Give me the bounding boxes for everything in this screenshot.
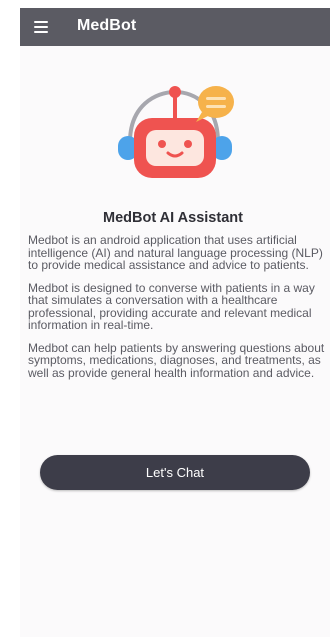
hamburger-menu-icon[interactable] [32, 19, 52, 35]
robot-chat-icon [118, 86, 234, 178]
lets-chat-button[interactable]: Let's Chat [40, 455, 310, 490]
description-paragraph: Medbot can help patients by answering qu… [28, 340, 325, 380]
description-paragraph: Medbot is designed to converse with pati… [28, 280, 315, 332]
app-screen: MedBot MedBot AI Assistant Medbot is an … [20, 8, 330, 637]
app-bar: MedBot [20, 8, 330, 46]
app-title: MedBot [77, 17, 137, 34]
page-heading: MedBot AI Assistant [103, 210, 243, 226]
description-paragraph: Medbot is an android application that us… [28, 233, 323, 272]
description: Medbot is an android application that us… [28, 234, 326, 389]
